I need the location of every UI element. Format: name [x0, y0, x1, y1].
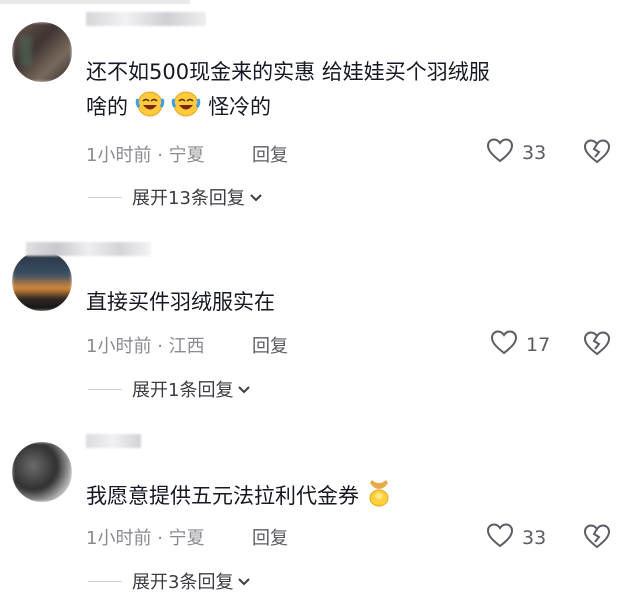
comment-text: 直接买件羽绒服实在 — [86, 285, 606, 319]
comment-text: 我愿意提供五元法拉利代金券 — [86, 477, 606, 517]
comment-text-line: 直接买件羽绒服实在 — [86, 290, 275, 314]
meta-separator: · — [157, 145, 163, 166]
comment-item: 我愿意提供五元法拉利代金券 1小时前 · 宁夏 回复 33 展开3条回复 — [0, 422, 640, 613]
crying-laughing-emoji — [171, 89, 201, 127]
comment-meta: 1小时前 · 江西 — [86, 332, 205, 358]
chevron-down-icon — [237, 379, 251, 400]
comment-time: 1小时前 — [86, 528, 152, 549]
dislike-button[interactable] — [583, 330, 611, 360]
username-redacted[interactable] — [86, 12, 206, 26]
expand-label: 展开13条回复 — [132, 188, 245, 209]
expand-replies-button[interactable]: 展开13条回复 — [88, 184, 263, 210]
username-redacted[interactable] — [26, 242, 151, 256]
like-count: 17 — [526, 333, 551, 356]
crying-laughing-emoji — [135, 89, 165, 127]
expand-divider — [88, 388, 122, 390]
expand-replies-button[interactable]: 展开3条回复 — [88, 568, 251, 594]
dislike-button[interactable] — [583, 523, 611, 553]
comment-text-line: 我愿意提供五元法拉利代金券 — [86, 477, 606, 517]
avatar[interactable] — [12, 251, 72, 311]
comment-text-segment: 我愿意提供五元法拉利代金券 — [86, 484, 359, 508]
gold-ingot-emoji — [366, 477, 392, 517]
meta-separator: · — [157, 336, 163, 357]
comment-location: 江西 — [168, 336, 205, 357]
comment-text-line: 啥的 怪冷的 — [86, 89, 606, 127]
heart-outline-icon — [486, 522, 514, 553]
comment-text-segment: 啥的 — [86, 95, 128, 119]
avatar[interactable] — [12, 442, 72, 502]
expand-label: 展开1条回复 — [132, 380, 234, 401]
broken-heart-icon — [583, 524, 611, 553]
heart-outline-icon — [486, 137, 514, 168]
comment-text-line: 还不如500现金来的实惠 给娃娃买个羽绒服 — [86, 60, 490, 84]
dislike-button[interactable] — [583, 138, 611, 168]
comment-text-segment: 怪冷的 — [208, 95, 272, 119]
like-button[interactable]: 33 — [486, 522, 546, 553]
expand-divider — [88, 196, 122, 198]
expand-divider — [88, 580, 122, 582]
like-button[interactable]: 33 — [486, 137, 546, 168]
avatar[interactable] — [12, 22, 72, 82]
meta-separator: · — [157, 528, 163, 549]
reply-button[interactable]: 回复 — [252, 524, 288, 550]
like-button[interactable]: 17 — [490, 329, 550, 360]
broken-heart-icon — [583, 331, 611, 360]
chevron-down-icon — [249, 187, 263, 208]
comment-time: 1小时前 — [86, 336, 152, 357]
broken-heart-icon — [583, 139, 611, 168]
comment-location: 宁夏 — [168, 145, 205, 166]
comment-meta: 1小时前 · 宁夏 — [86, 141, 205, 167]
expand-replies-button[interactable]: 展开1条回复 — [88, 376, 251, 402]
username-redacted[interactable] — [86, 434, 141, 448]
comment-location: 宁夏 — [168, 528, 205, 549]
comment-meta: 1小时前 · 宁夏 — [86, 524, 205, 550]
comment-item: 直接买件羽绒服实在 1小时前 · 江西 回复 17 展开1条回复 — [0, 230, 640, 410]
heart-outline-icon — [490, 329, 518, 360]
reply-button[interactable]: 回复 — [252, 332, 288, 358]
comment-text: 还不如500现金来的实惠 给娃娃买个羽绒服 啥的 怪冷的 — [86, 55, 606, 127]
like-count: 33 — [522, 526, 547, 549]
like-count: 33 — [522, 141, 547, 164]
expand-label: 展开3条回复 — [132, 572, 234, 593]
comment-time: 1小时前 — [86, 145, 152, 166]
reply-button[interactable]: 回复 — [252, 141, 288, 167]
comment-item: 还不如500现金来的实惠 给娃娃买个羽绒服 啥的 怪冷的 1小时前 · 宁夏 回… — [0, 0, 640, 212]
chevron-down-icon — [237, 571, 251, 592]
